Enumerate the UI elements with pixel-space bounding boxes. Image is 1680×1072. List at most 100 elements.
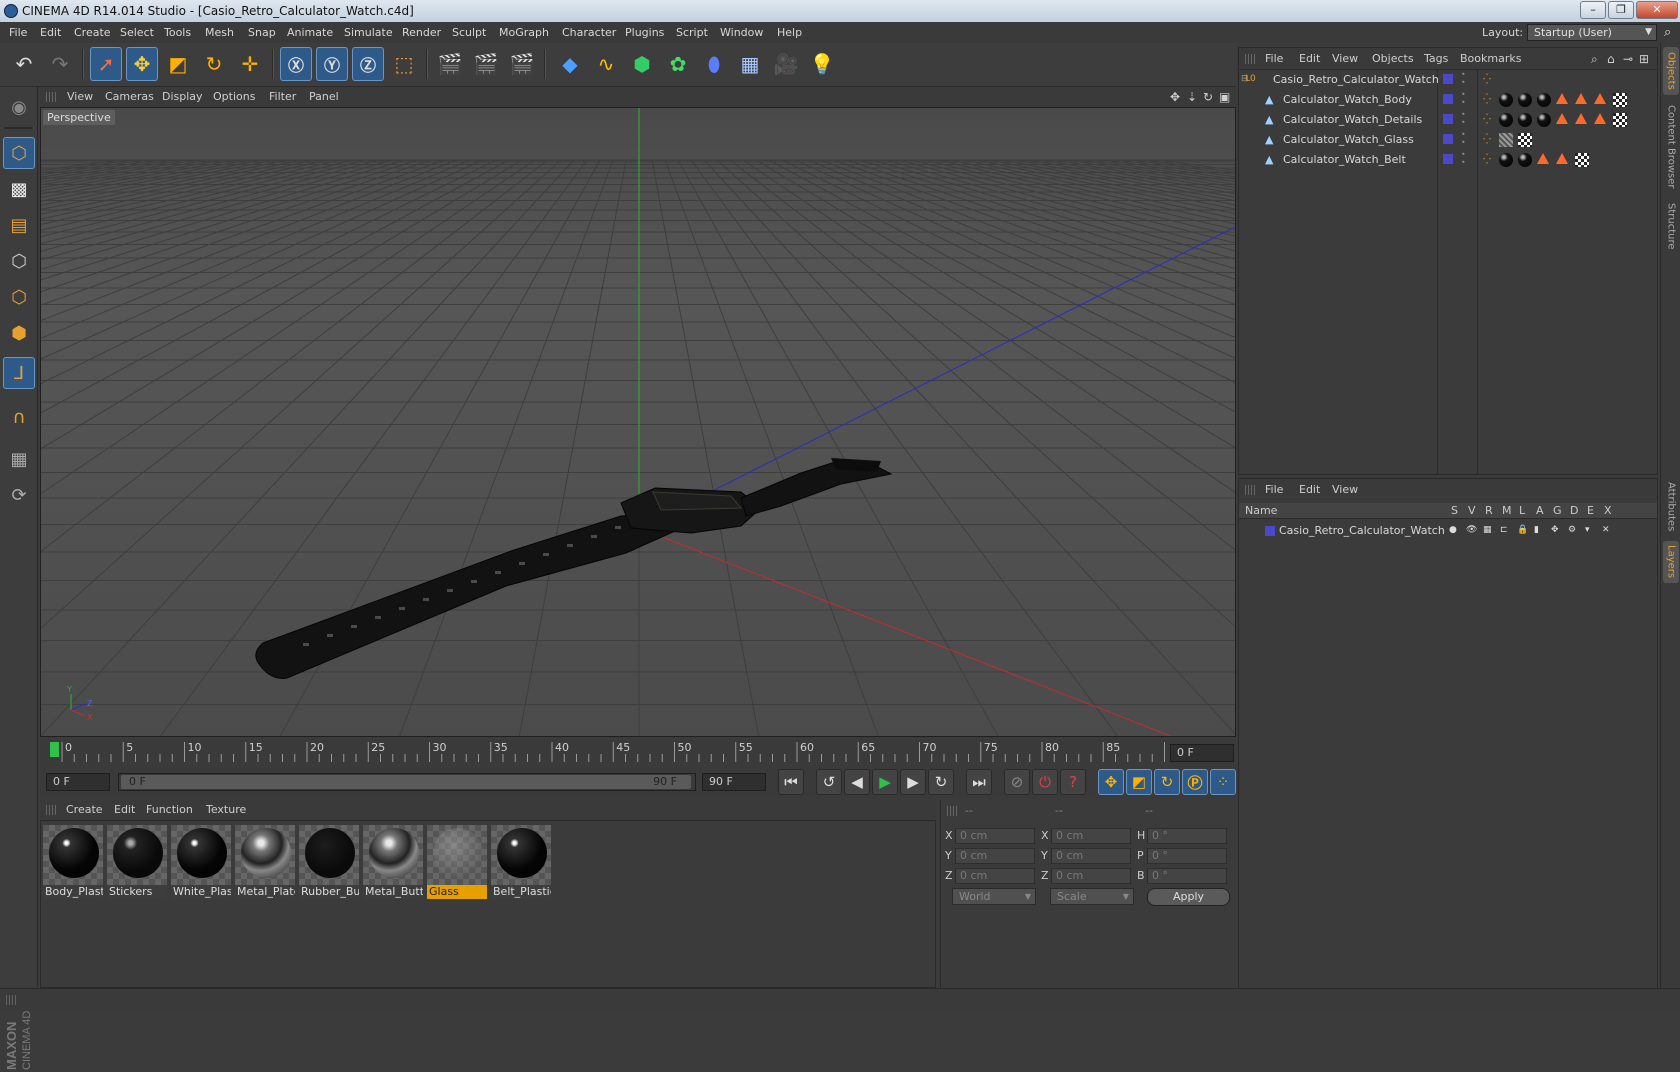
layer-column-header[interactable]: X xyxy=(1604,503,1612,519)
menu-render[interactable]: Render xyxy=(402,22,441,43)
layer-column-header[interactable]: L xyxy=(1519,503,1525,519)
layer-toggle-icon[interactable]: ▦ xyxy=(1483,521,1492,540)
menu-mesh[interactable]: Mesh xyxy=(205,22,234,43)
nurbs-icon[interactable]: ⬢ xyxy=(626,47,658,81)
layer-toggle-icon[interactable]: ▾ xyxy=(1585,521,1590,540)
material-swatch[interactable]: Glass xyxy=(427,825,487,899)
obj-menu-objects[interactable]: Objects xyxy=(1372,48,1414,70)
menu-plugins[interactable]: Plugins xyxy=(625,22,664,43)
phong-tag-icon[interactable]: ⁛ xyxy=(1483,90,1491,109)
mat-menu-texture[interactable]: Texture xyxy=(206,800,246,820)
menu-tools[interactable]: Tools xyxy=(164,22,191,43)
selection-tag-icon[interactable] xyxy=(1594,113,1606,124)
object-row[interactable]: L0 Casio_Retro_Calculator_Watch • • ⁛ ⊟ xyxy=(1239,70,1657,89)
rotate-tool-icon[interactable]: ↻ xyxy=(198,47,230,81)
layer-row[interactable]: Casio_Retro_Calculator_Watch ● 👁 ▦ ⊏ 🔒 ▮ ✥ ⚙ ▾ ✕ xyxy=(1239,521,1657,540)
layer-column-header[interactable]: A xyxy=(1536,503,1544,519)
menu-mograph[interactable]: MoGraph xyxy=(499,22,549,43)
null-tag-icon[interactable]: ⁛ xyxy=(1483,70,1491,89)
visibility-dots-icon[interactable]: • • xyxy=(1461,131,1466,147)
selection-tag-icon[interactable] xyxy=(1575,113,1587,124)
snap-settings-icon[interactable]: ⟳ xyxy=(3,479,35,511)
maximize-button[interactable]: ❐ xyxy=(1608,1,1634,19)
array-icon[interactable]: ✿ xyxy=(662,47,694,81)
add-tool-icon[interactable]: ✛ xyxy=(234,47,266,81)
layer-column-header[interactable]: S xyxy=(1451,503,1458,519)
visibility-dots-icon[interactable]: • • xyxy=(1461,151,1466,167)
vp-menu-panel[interactable]: Panel xyxy=(309,87,339,107)
workplane-mode-icon[interactable]: ▤ xyxy=(3,209,35,241)
phong-tag-icon[interactable]: ⁛ xyxy=(1483,130,1491,149)
scale-tool-icon[interactable]: ◩ xyxy=(162,47,194,81)
model-mode-icon[interactable]: ⬡ xyxy=(3,137,35,169)
menu-simulate[interactable]: Simulate xyxy=(344,22,393,43)
menu-script[interactable]: Script xyxy=(676,22,708,43)
points-mode-icon[interactable]: ⬡ xyxy=(3,245,35,277)
object-row[interactable]: ▲ Calculator_Watch_Body • • ⁛ xyxy=(1239,90,1657,109)
layer-color-swatch[interactable] xyxy=(1265,526,1275,536)
render-settings-icon[interactable]: 🎬 xyxy=(506,47,538,81)
keyframe-selection-icon[interactable]: ? xyxy=(1060,769,1086,795)
redo-icon[interactable]: ↷ xyxy=(44,47,76,81)
menu-window[interactable]: Window xyxy=(720,22,763,43)
obj-menu-tags[interactable]: Tags xyxy=(1424,48,1448,70)
coord-value-field[interactable]: 0 ° xyxy=(1147,828,1227,844)
material-swatch[interactable]: Metal_Plate xyxy=(235,825,295,899)
home-icon[interactable]: ⌂ xyxy=(1607,48,1615,70)
layer-column-header[interactable]: G xyxy=(1553,503,1562,519)
coord-value-field[interactable]: 0 cm xyxy=(955,828,1035,844)
coord-value-field[interactable]: 0 cm xyxy=(1051,828,1131,844)
layer-column-header[interactable]: R xyxy=(1485,503,1493,519)
undo-icon[interactable]: ↶ xyxy=(8,47,40,81)
axis-mode-icon[interactable]: ⅃ xyxy=(3,357,35,389)
layer-color-swatch[interactable] xyxy=(1443,74,1453,84)
coordinate-mode-select[interactable]: World ▼ xyxy=(952,888,1036,905)
next-key-icon[interactable]: ↻ xyxy=(928,769,954,795)
viewport-pan-icon[interactable]: ✥ xyxy=(1170,87,1180,107)
uvw-tag-icon[interactable] xyxy=(1518,133,1532,147)
selection-tag-icon[interactable] xyxy=(1537,153,1549,164)
menu-animate[interactable]: Animate xyxy=(287,22,333,43)
texture-mode-icon[interactable]: ▩ xyxy=(3,173,35,205)
key-parameter-icon[interactable]: Ⓟ xyxy=(1182,769,1208,795)
start-frame-field[interactable]: 0 F xyxy=(46,773,110,791)
layer-toggle-icon[interactable]: ▮ xyxy=(1534,521,1539,540)
material-tag-icon[interactable] xyxy=(1518,113,1532,127)
object-row[interactable]: ▲ Calculator_Watch_Glass • • ⁛ xyxy=(1239,130,1657,149)
layout-select[interactable]: Startup (User) ▼ xyxy=(1527,24,1657,41)
material-tag-icon[interactable] xyxy=(1499,93,1513,107)
layer-color-swatch[interactable] xyxy=(1443,154,1453,164)
obj-menu-view[interactable]: View xyxy=(1332,48,1358,70)
tab-content-browser[interactable]: Content Browser xyxy=(1663,101,1679,193)
viewport-rotate-icon[interactable]: ↻ xyxy=(1203,87,1213,107)
previous-frame-icon[interactable]: ◀ xyxy=(844,769,870,795)
autokey-icon[interactable]: ⏻ xyxy=(1032,769,1058,795)
coord-value-field[interactable]: 0 cm xyxy=(1051,868,1131,884)
layer-color-swatch[interactable] xyxy=(1443,114,1453,124)
material-swatch[interactable]: Body_Plast xyxy=(43,825,103,899)
coord-value-field[interactable]: 0 cm xyxy=(955,848,1035,864)
menu-select[interactable]: Select xyxy=(120,22,154,43)
layer-column-header[interactable]: V xyxy=(1468,503,1476,519)
vp-menu-options[interactable]: Options xyxy=(213,87,255,107)
deformer-icon[interactable]: ⬮ xyxy=(698,47,730,81)
coord-value-field[interactable]: 0 cm xyxy=(1051,848,1131,864)
tab-objects[interactable]: Objects xyxy=(1663,47,1679,95)
vp-menu-cameras[interactable]: Cameras xyxy=(105,87,154,107)
mat-menu-function[interactable]: Function xyxy=(146,800,193,820)
cube-primitive-icon[interactable]: ◆ xyxy=(554,47,586,81)
layer-menu-edit[interactable]: Edit xyxy=(1299,479,1320,501)
light-icon[interactable]: 💡 xyxy=(806,47,838,81)
menu-character[interactable]: Character xyxy=(562,22,616,43)
go-to-end-icon[interactable]: ⏭ xyxy=(966,769,992,795)
material-swatch[interactable]: White_Plas xyxy=(171,825,231,899)
workplane-lock-icon[interactable]: ▦ xyxy=(3,443,35,475)
coord-value-field[interactable]: 0 ° xyxy=(1147,868,1227,884)
viewport-dolly-icon[interactable]: ⇣ xyxy=(1187,87,1197,107)
viewport-maximize-icon[interactable]: ▣ xyxy=(1219,87,1230,107)
layer-toggle-icon[interactable]: 👁 xyxy=(1466,521,1477,540)
magnet-icon[interactable]: ∩ xyxy=(3,401,35,433)
uvw-tag-icon[interactable] xyxy=(1613,93,1627,107)
material-swatch[interactable]: Belt_Plastic xyxy=(491,825,551,899)
transform-mode-select[interactable]: Scale ▼ xyxy=(1050,888,1134,905)
